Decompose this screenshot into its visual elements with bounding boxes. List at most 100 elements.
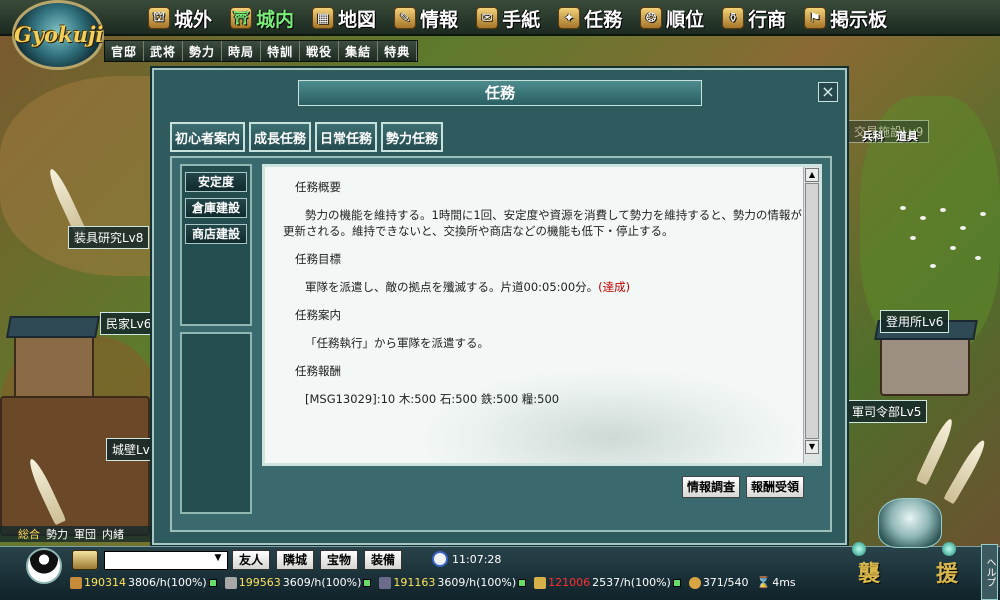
tab-items[interactable]: 道具 [896,128,918,144]
heading-guide: 任務案内 [295,308,341,322]
subnav-bonus[interactable]: 特典 [378,41,418,61]
quest-list-lower-panel [180,332,252,514]
tab-unit-type[interactable]: 兵科 [862,128,884,144]
nav-letters[interactable]: ✉ 手紙 [468,4,548,32]
subnav-generals[interactable]: 武将 [144,41,184,61]
map-label-military[interactable]: 軍司令部Lv5 [846,400,928,423]
wood-icon [70,576,82,589]
nav-info[interactable]: ✎ 情報 [386,4,466,32]
chat-tab-private[interactable]: 内緒 [102,526,124,542]
sheep [920,216,926,220]
nav-label: 手紙 [502,8,541,31]
beast-head-icon [878,498,942,548]
hourglass-icon: ⌛ [756,576,771,589]
nav-label: 城内 [256,8,295,31]
top-bar: ⛫ 城外 ⛩ 城内 ▦ 地図 ✎ 情報 ✉ 手紙 ✦ 任務 ❂ 順位 ⚱ 行商 ⚑ 掲示板 [0,0,1000,36]
food-amount: 121006 [548,576,591,589]
friends-button[interactable]: 友人 [232,550,271,570]
claim-reward-button[interactable]: 報酬受領 [746,476,805,498]
equipment-button[interactable]: 装備 [364,550,403,570]
scroll-down-icon[interactable]: ▼ [805,440,819,454]
status-icon [208,578,217,587]
scroll-up-icon[interactable]: ▲ [805,168,819,182]
castle-outside-icon: ⛫ [148,7,170,29]
raid-assist-emblem[interactable]: 襲 援 [848,498,978,598]
horn-decoration [943,437,989,505]
investigate-button[interactable]: 情報調査 [682,476,741,498]
merchant-icon: ⚱ [722,7,745,29]
population-count: 371/540 [702,576,749,589]
bottom-buttons: 友人 隣城 宝物 装備 [232,550,403,570]
population: 371/540 [688,576,749,589]
alarm-clock-icon [432,551,448,567]
map-label-armory[interactable]: 装具研究Lv8 [68,226,150,249]
subnav-faction[interactable]: 勢力 [183,41,223,61]
subnav-training[interactable]: 特訓 [261,41,301,61]
sheep [910,236,916,240]
nav-board[interactable]: ⚑ 掲示板 [796,4,895,32]
close-icon[interactable]: × [818,82,838,102]
status-icon [672,578,681,587]
heading-overview: 任務概要 [295,180,341,194]
latency: ⌛ 4ms [757,576,796,589]
nav-label: 任務 [584,8,623,31]
tab-beginner-guide[interactable]: 初心者案内 [170,122,246,152]
map-label-recruit[interactable]: 登用所Lv6 [880,310,950,333]
letter-icon: ✉ [476,7,499,29]
subnav-situation[interactable]: 時局 [222,41,262,61]
scroll-thumb[interactable] [805,183,819,439]
help-tab[interactable]: ヘルプ [981,544,998,600]
subnav-campaign[interactable]: 戦役 [300,41,340,61]
assist-button[interactable]: 援 [936,556,958,588]
chat-tab-all[interactable]: 総合 [18,526,40,542]
iron-rate: 3609/h(100%) [437,576,517,589]
sheep [975,256,981,260]
nav-inside-castle[interactable]: ⛩ 城内 [222,4,302,32]
quest-dialog: 任務 × 初心者案内 成長任務 日常任務 勢力任務 安定度 倉庫建設 商店建設 … [152,68,847,545]
orb-icon [942,542,956,556]
quest-icon: ✦ [558,7,581,29]
stone-amount: 199563 [238,576,281,589]
latency-value: 4ms [772,576,796,589]
chat-book-icon[interactable] [72,550,98,570]
resource-wood: 190314 3806/h(100%) [70,576,217,589]
resource-stone: 199563 3609/h(100%) [224,576,372,589]
text-reward: [MSG13029]:10 木:500 石:500 鉄:500 糧:500 [305,392,560,406]
chevron-down-icon[interactable]: ▼ [210,553,226,568]
heading-reward: 任務報酬 [295,364,341,378]
nav-map[interactable]: ▦ 地図 [304,4,384,32]
map-label-house[interactable]: 民家Lv6 [100,312,158,335]
nav-ranking[interactable]: ❂ 順位 [632,4,712,32]
subnav-gathering[interactable]: 集結 [339,41,379,61]
wood-rate: 3806/h(100%) [128,576,207,589]
wood-amount: 190314 [84,576,126,589]
sheep [900,206,906,210]
treasure-button[interactable]: 宝物 [320,550,359,570]
sheep [950,246,956,250]
nav-merchant[interactable]: ⚱ 行商 [714,4,794,32]
yin-yang-icon[interactable] [26,548,62,584]
chat-tab-faction[interactable]: 勢力 [46,526,68,542]
resource-food: 121006 2537/h(100%) [534,576,681,589]
quest-item-stability[interactable]: 安定度 [185,172,247,192]
neighbor-castle-button[interactable]: 隣城 [276,550,315,570]
iron-amount: 191163 [393,576,436,589]
nav-outside-castle[interactable]: ⛫ 城外 [140,4,220,32]
nav-label: 掲示板 [830,8,888,31]
quest-item-shop[interactable]: 商店建設 [185,224,247,244]
tab-growth-quests[interactable]: 成長任務 [249,122,312,152]
resource-iron: 191163 3609/h(100%) [379,576,527,589]
subnav-residence[interactable]: 官邸 [105,41,145,61]
tab-daily-quests[interactable]: 日常任務 [315,122,378,152]
stone-rate: 3609/h(100%) [282,576,362,589]
quest-item-warehouse[interactable]: 倉庫建設 [185,198,247,218]
server-time: 11:07:28 [452,553,502,566]
scroll-icon: ✎ [394,7,417,29]
tab-faction-quests[interactable]: 勢力任務 [381,122,444,152]
nav-quests[interactable]: ✦ 任務 [550,4,630,32]
house-roof [6,316,100,338]
chat-tab-corps[interactable]: 軍団 [74,526,96,542]
scrollbar[interactable]: ▲ ▼ [803,167,819,463]
wall-building[interactable] [0,396,150,536]
raid-button[interactable]: 襲 [858,556,880,588]
